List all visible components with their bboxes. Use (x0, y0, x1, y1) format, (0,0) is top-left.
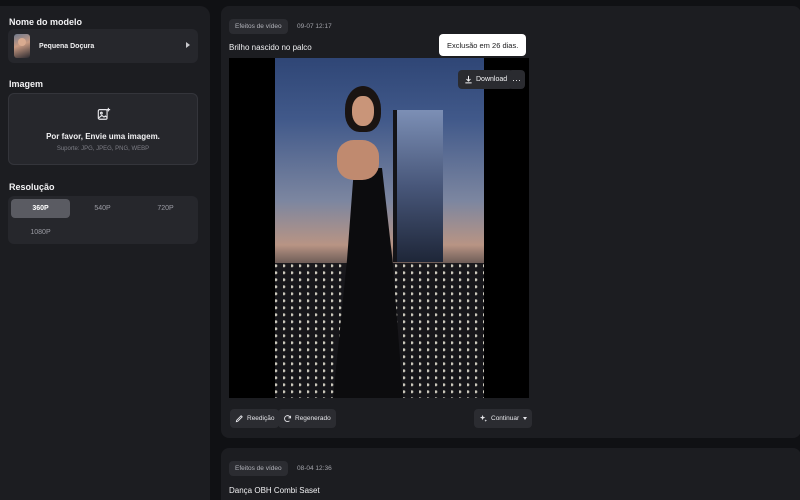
effect-tag-2: Efeitos de vídeo (229, 461, 288, 476)
resolution-720p-button[interactable]: 720P (136, 199, 195, 218)
singer-face (352, 96, 374, 126)
download-button[interactable]: Download (458, 70, 514, 89)
effect-tag: Efeitos de vídeo (229, 19, 288, 34)
regenerate-label: Regenerado (295, 415, 331, 422)
image-label: Imagem (9, 79, 44, 89)
resolution-label: Resolução (9, 182, 55, 192)
caret-down-icon (523, 417, 528, 420)
model-name: Pequena Doçura (39, 42, 95, 50)
stage-screen (393, 110, 443, 262)
chevron-right-icon (186, 42, 190, 48)
continue-button[interactable]: Continuar (474, 409, 533, 428)
reedit-button[interactable]: Reedição (230, 409, 280, 428)
image-plus-icon (97, 107, 111, 120)
video-title: Brilho nascido no palco (229, 43, 312, 52)
download-label: Download (476, 76, 508, 83)
model-selector[interactable]: Pequena Doçura (8, 29, 198, 63)
refresh-icon (284, 415, 292, 422)
resolution-360p-button[interactable]: 360P (11, 199, 70, 218)
pencil-icon (235, 415, 243, 423)
singer-arm (337, 140, 379, 180)
more-button[interactable]: ··· (508, 70, 525, 89)
expiry-tooltip: Exclusão em 26 dias. (439, 34, 527, 56)
continue-label: Continuar (491, 415, 520, 422)
model-label: Nome do modelo (9, 17, 83, 27)
reedit-label: Reedição (247, 415, 275, 422)
video-title-2: Dança OBH Combi Saset (229, 486, 320, 495)
regenerate-button[interactable]: Regenerado (278, 409, 336, 428)
sparkle-icon (479, 414, 488, 422)
video-thumbnail[interactable] (275, 58, 484, 398)
timestamp: 09-07 12:17 (297, 23, 332, 30)
model-thumbnail (14, 34, 30, 58)
image-upload-area[interactable] (8, 93, 198, 165)
resolution-1080p-button[interactable]: 1080P (11, 223, 70, 242)
upload-title: Por favor, Envie uma imagem. (46, 132, 160, 141)
resolution-540p-button[interactable]: 540P (73, 199, 132, 218)
download-icon (465, 75, 472, 84)
more-icon: ··· (512, 74, 521, 85)
timestamp-2: 08-04 12:36 (297, 465, 332, 472)
upload-support-text: Suporte: JPG, JPEG, PNG, WEBP (56, 146, 150, 152)
